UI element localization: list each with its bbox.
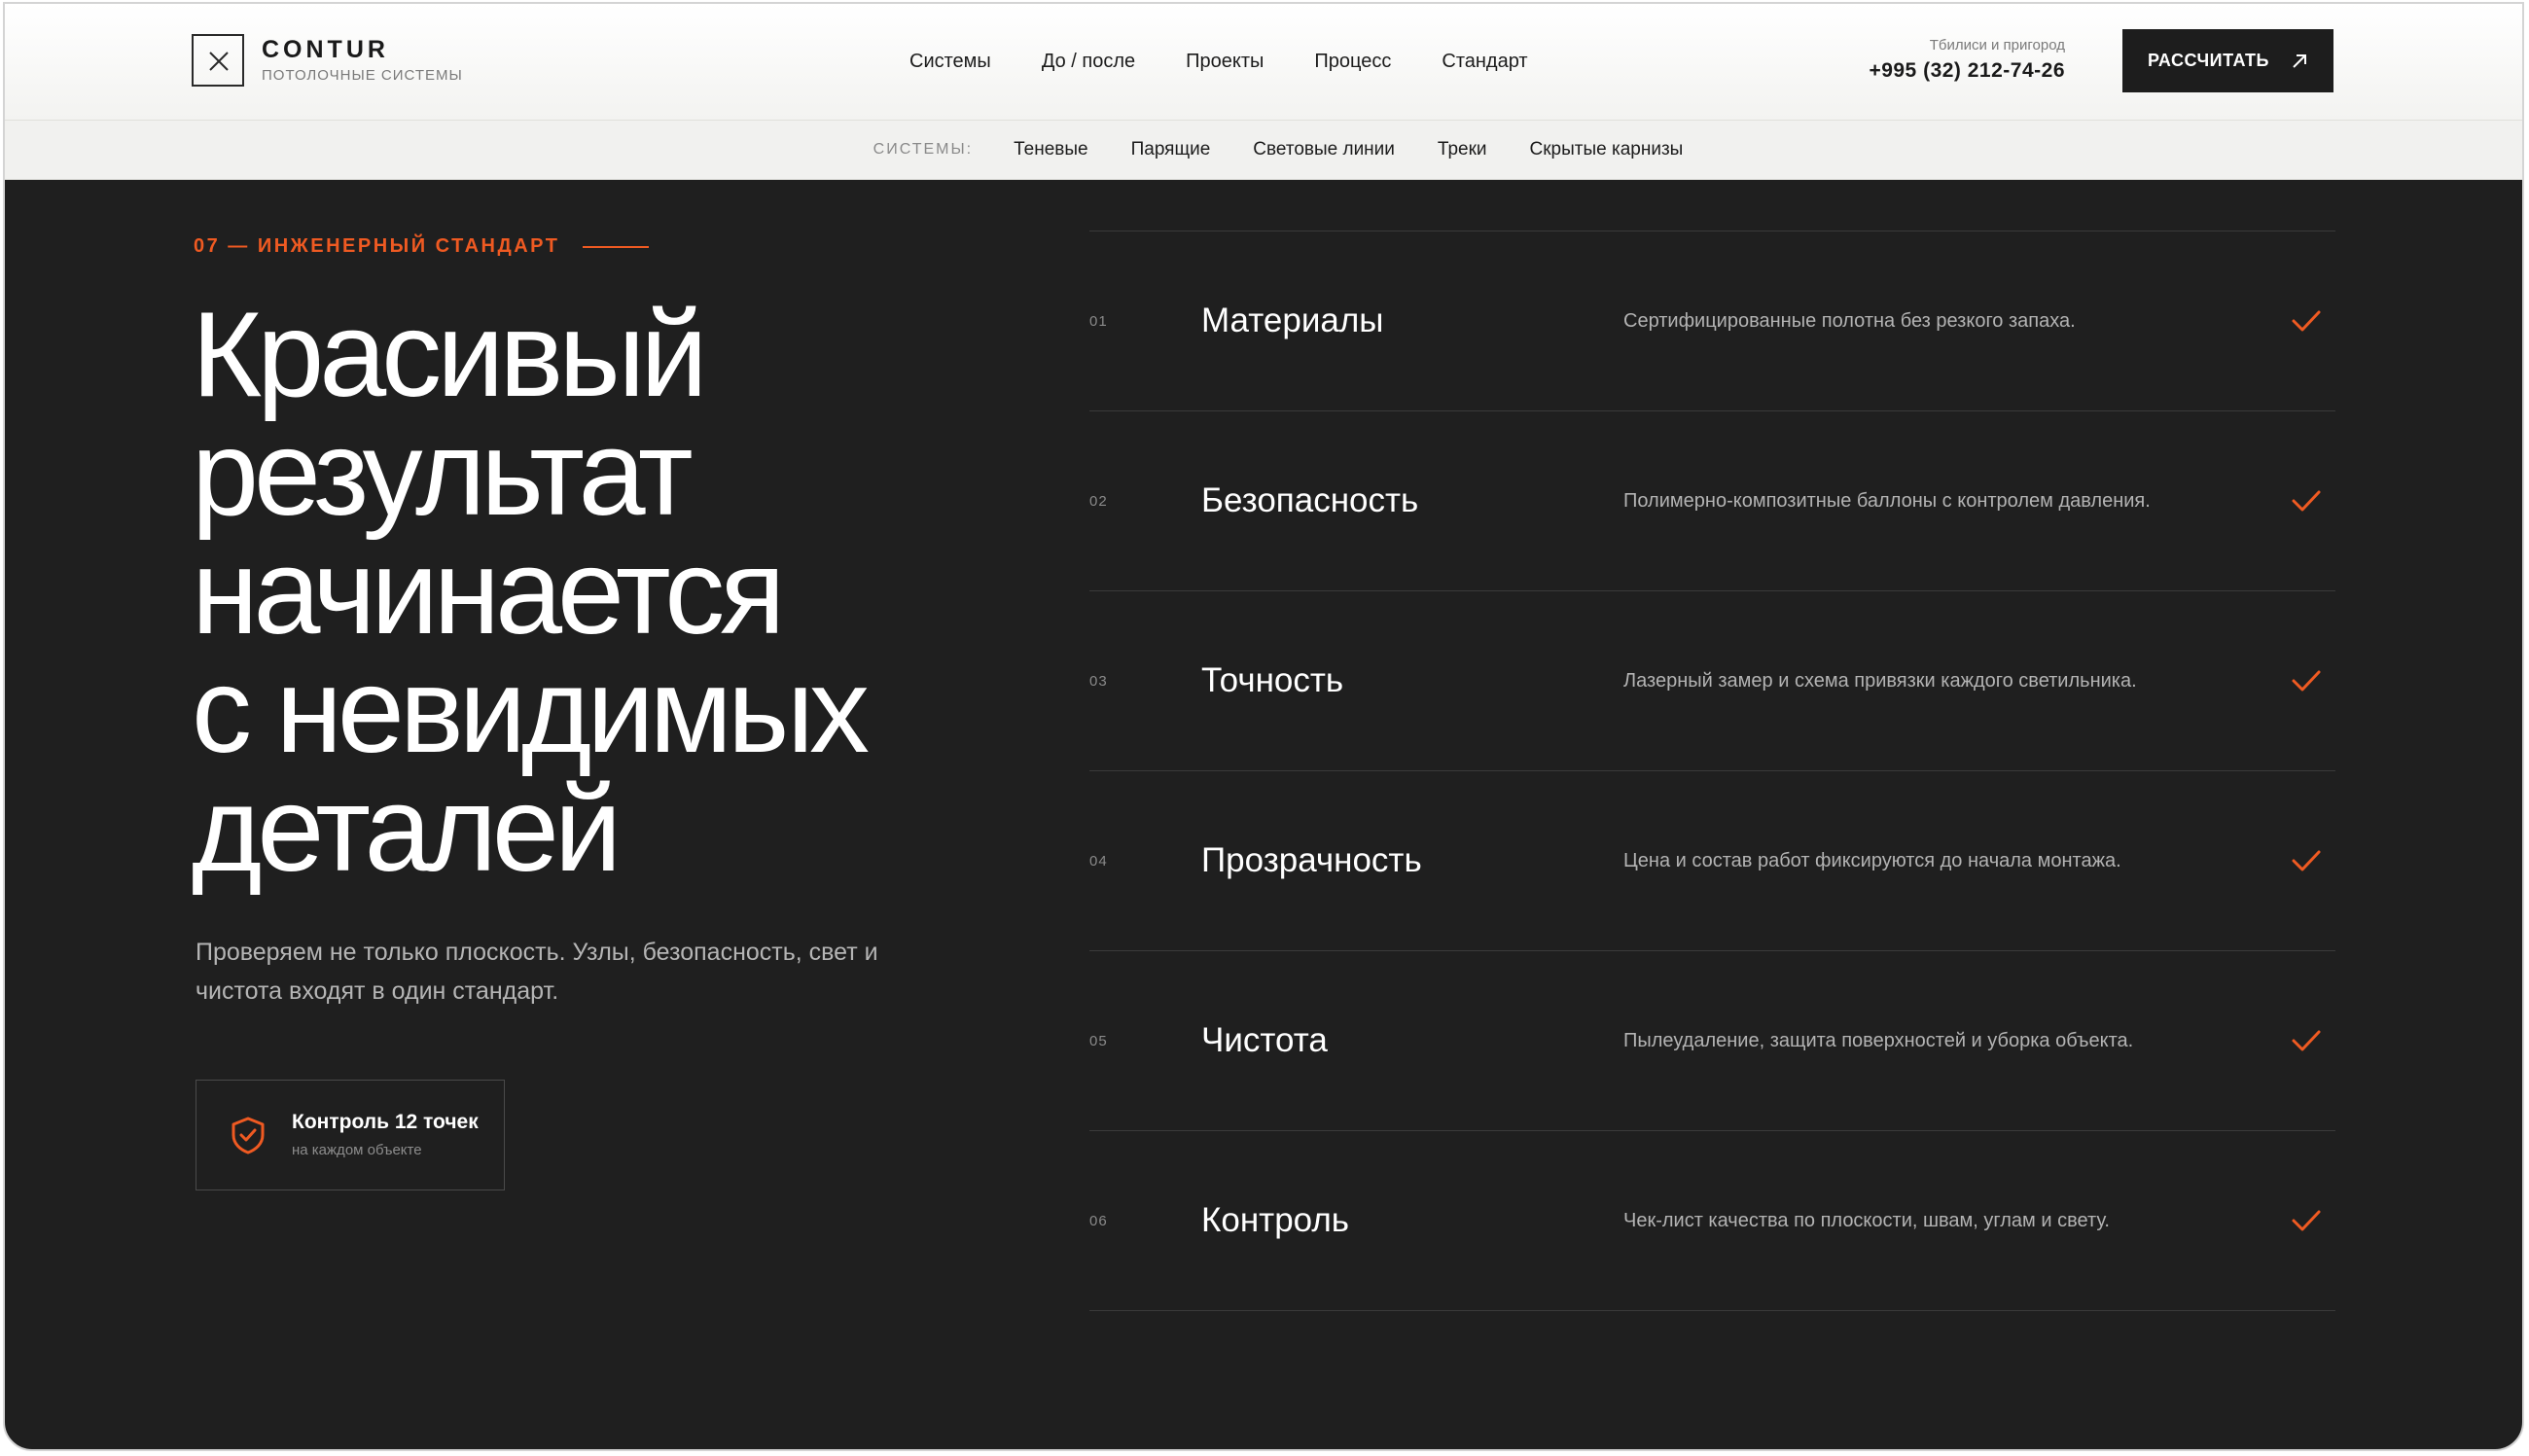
badge-subtitle: на каждом объекте [292,1142,422,1158]
page-title: Красивый результат начинается с невидимы… [192,288,1067,897]
standard-description: Чек-лист качества по плоскости, швам, уг… [1623,1209,2110,1231]
control-badge: Контроль 12 точек на каждом объекте [196,1080,505,1190]
subnav-item-hidden-cornices[interactable]: Скрытые карнизы [1530,139,1684,160]
calculate-button[interactable]: РАССЧИТАТЬ [2122,29,2333,92]
subnav-item-tracks[interactable]: Треки [1438,139,1487,160]
nav-item-before-after[interactable]: До / после [1042,47,1135,76]
standard-row: 01 Материалы Сертифицированные полотна б… [1089,231,2335,411]
systems-subnav: СИСТЕМЫ: Теневые Парящие Световые линии … [5,121,2522,180]
standard-title: Чистота [1201,1021,1328,1059]
site-header: CONTUR ПОТОЛОЧНЫЕ СИСТЕМЫ Системы До / п… [5,4,2522,121]
standard-title: Прозрачность [1201,841,1422,879]
check-icon [2292,1210,2321,1231]
logo-mark [192,34,244,87]
standard-title: Точность [1201,661,1344,699]
standard-description: Лазерный замер и схема привязки каждого … [1623,669,2137,692]
logo-name: CONTUR [262,36,389,63]
standard-description: Цена и состав работ фиксируются до начал… [1623,849,2121,871]
logo[interactable]: CONTUR ПОТОЛОЧНЫЕ СИСТЕМЫ [192,34,463,87]
logo-subtitle: ПОТОЛОЧНЫЕ СИСТЕМЫ [262,67,463,84]
main-nav: Системы До / после Проекты Процесс Станд… [909,47,1528,76]
eyebrow-line [583,245,650,248]
standard-row: 04 Прозрачность Цена и состав работ фикс… [1089,771,2335,951]
arrow-up-right-icon [2293,53,2306,68]
check-icon [2292,670,2321,692]
subnav-item-light-lines[interactable]: Световые линии [1253,139,1395,160]
standard-number: 04 [1089,852,1108,870]
headline-line: деталей [192,763,622,897]
nav-item-process[interactable]: Процесс [1314,47,1391,76]
standard-number: 03 [1089,672,1108,690]
eyebrow-text: 07 — ИНЖЕНЕРНЫЙ СТАНДАРТ [194,235,560,257]
contact-phone[interactable]: +995 (32) 212-74-26 [1869,56,2065,86]
subnav-item-shadow[interactable]: Теневые [1014,139,1087,160]
headline-line: результат [192,407,694,541]
check-icon [2292,490,2321,512]
page-frame: CONTUR ПОТОЛОЧНЫЕ СИСТЕМЫ Системы До / п… [3,2,2524,1451]
standard-description: Пылеудаление, защита поверхностей и убор… [1623,1029,2134,1051]
shield-check-icon [232,1117,265,1154]
calculate-button-label: РАССЧИТАТЬ [2147,51,2269,70]
contact-city: Тбилиси и пригород [1929,37,2065,53]
headline-line: с невидимых [192,644,870,778]
standard-row: 03 Точность Лазерный замер и схема привя… [1089,591,2335,771]
close-icon [209,52,229,71]
nav-item-systems[interactable]: Системы [909,47,991,76]
standard-title: Безопасность [1201,481,1419,519]
standard-row: 06 Контроль Чек-лист качества по плоскос… [1089,1131,2335,1311]
subnav-item-floating[interactable]: Парящие [1131,139,1211,160]
standards-list: 01 Материалы Сертифицированные полотна б… [1089,231,2335,1311]
standard-description: Сертифицированные полотна без резкого за… [1623,309,2076,332]
badge-title: Контроль 12 точек [292,1111,479,1133]
check-icon [2292,310,2321,332]
standard-row: 02 Безопасность Полимерно-композитные ба… [1089,411,2335,591]
standard-number: 05 [1089,1032,1108,1049]
nav-item-projects[interactable]: Проекты [1186,47,1264,76]
check-icon [2292,1030,2321,1051]
headline-line: Красивый [192,288,708,422]
contact-block: Тбилиси и пригород +995 (32) 212-74-26 [1869,35,2065,86]
lead-text: Проверяем не только плоскость. Узлы, без… [196,939,878,1005]
section-eyebrow: 07 — ИНЖЕНЕРНЫЙ СТАНДАРТ [194,235,650,258]
nav-item-standard[interactable]: Стандарт [1442,47,1527,76]
check-icon [2292,850,2321,871]
standard-number: 06 [1089,1212,1108,1229]
standard-description: Полимерно-композитные баллоны с контроле… [1623,489,2151,512]
subnav-label: СИСТЕМЫ: [873,141,974,158]
standard-number: 02 [1089,492,1108,510]
standard-title: Материалы [1201,302,1384,339]
standard-title: Контроль [1201,1201,1350,1239]
standard-row: 05 Чистота Пылеудаление, защита поверхно… [1089,951,2335,1131]
headline-line: начинается [192,525,785,659]
standard-number: 01 [1089,312,1108,330]
